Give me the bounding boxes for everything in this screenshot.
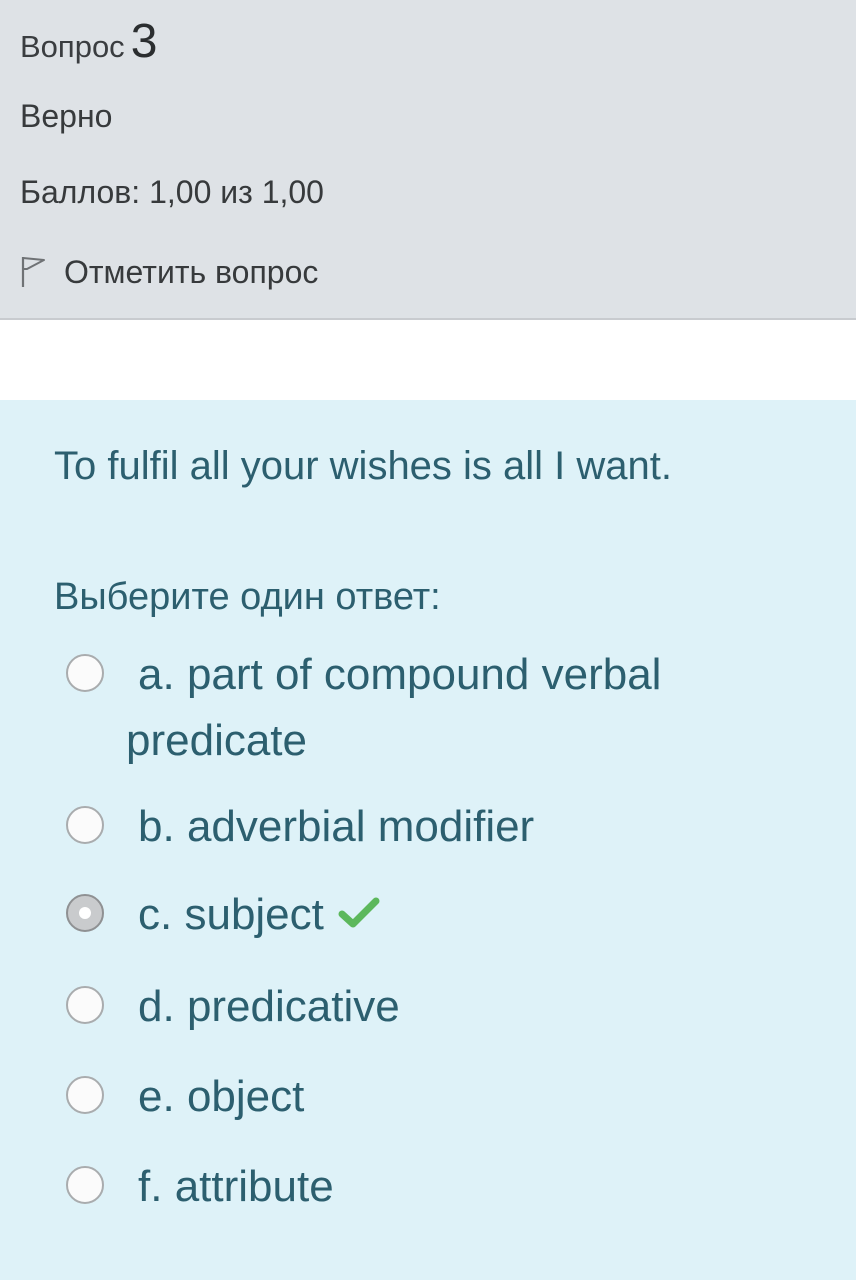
answer-letter-c: c. bbox=[138, 890, 173, 939]
answer-label-d: d. predicative bbox=[138, 974, 400, 1040]
answer-label-c: c. subject bbox=[138, 882, 380, 948]
answer-label-a-continued: predicate bbox=[126, 716, 308, 765]
checkmark-icon bbox=[338, 882, 380, 948]
answer-option-c[interactable]: c. subject bbox=[66, 890, 786, 950]
answer-label-b: b. adverbial modifier bbox=[138, 794, 534, 860]
question-content: To fulfil all your wishes is all I want.… bbox=[0, 400, 856, 1280]
answer-prompt: Выберите один ответ: bbox=[54, 576, 441, 618]
question-grade: Баллов: 1,00 из 1,00 bbox=[20, 174, 324, 210]
flag-question-button[interactable]: Отметить вопрос bbox=[20, 252, 318, 292]
question-label: Вопрос bbox=[20, 29, 125, 64]
answer-option-f[interactable]: f. attribute bbox=[66, 1162, 786, 1222]
answer-option-b[interactable]: b. adverbial modifier bbox=[66, 802, 786, 862]
radio-button-d[interactable] bbox=[66, 986, 104, 1024]
radio-button-a[interactable] bbox=[66, 654, 104, 692]
answer-letter-b: b. bbox=[138, 802, 175, 851]
question-info-panel: Вопрос 3 Верно Баллов: 1,00 из 1,00 Отмет… bbox=[0, 0, 856, 320]
answer-text-d: predicative bbox=[186, 982, 400, 1031]
answer-text-e: object bbox=[186, 1072, 305, 1121]
question-number: 3 bbox=[130, 15, 158, 68]
answer-option-d[interactable]: d. predicative bbox=[66, 982, 786, 1042]
flag-icon bbox=[20, 255, 64, 289]
flag-question-label: Отметить вопрос bbox=[64, 253, 319, 290]
answer-letter-e: e. bbox=[138, 1072, 175, 1121]
answer-option-a[interactable]: a. part of compound verbal predicate bbox=[66, 650, 786, 770]
answer-text-a: part of compound verbal bbox=[186, 650, 662, 699]
answer-label-a: a. part of compound verbal bbox=[138, 642, 661, 708]
answer-letter-a: a. bbox=[138, 650, 175, 699]
answer-text-b: adverbial modifier bbox=[186, 802, 535, 851]
radio-button-b[interactable] bbox=[66, 806, 104, 844]
answer-label-e: e. object bbox=[138, 1064, 304, 1130]
radio-button-c-selected[interactable] bbox=[66, 894, 104, 932]
answer-letter-f: f. bbox=[138, 1162, 163, 1211]
radio-button-f[interactable] bbox=[66, 1166, 104, 1204]
question-state: Верно bbox=[20, 98, 113, 134]
answer-label-f: f. attribute bbox=[138, 1154, 334, 1220]
answer-text-f: attribute bbox=[174, 1162, 334, 1211]
question-text: To fulfil all your wishes is all I want. bbox=[54, 444, 673, 488]
radio-button-e[interactable] bbox=[66, 1076, 104, 1114]
answer-option-e[interactable]: e. object bbox=[66, 1072, 786, 1132]
question-heading: Вопрос 3 bbox=[20, 14, 157, 69]
answer-letter-d: d. bbox=[138, 982, 175, 1031]
answer-text-c: subject bbox=[184, 890, 324, 939]
